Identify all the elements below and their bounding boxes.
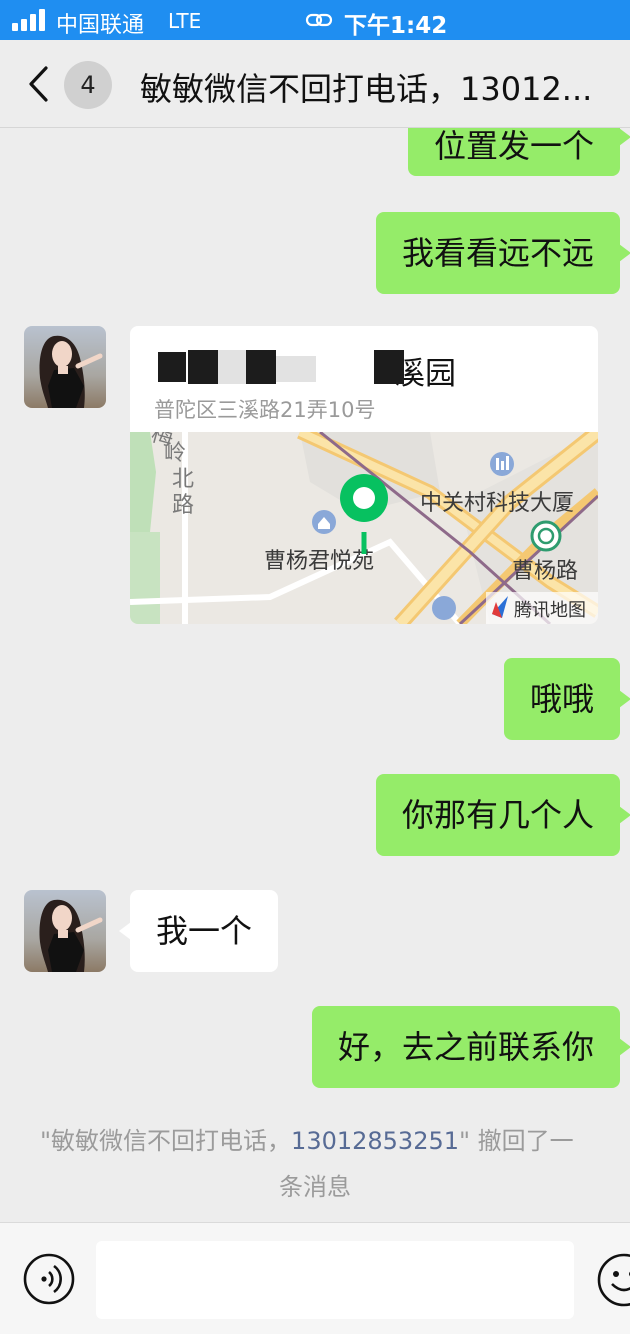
- map-thumbnail[interactable]: 梅 岭 北 路 曹杨君悦苑 中关村科技大厦 曹杨路 腾讯地图: [130, 432, 598, 624]
- back-arrow-icon[interactable]: [26, 64, 52, 104]
- message-bubble-self[interactable]: 好，去之前联系你: [311, 1006, 630, 1088]
- chat-title: 敏敏微信不回打电话，13012...: [140, 70, 593, 108]
- status-bar: 中国联通 LTE 下午1:42: [0, 0, 630, 40]
- input-bar: [0, 1222, 630, 1334]
- map-label-poi: 中关村科技大厦: [420, 491, 574, 516]
- redaction-mark: [218, 350, 246, 384]
- message-bubble-self[interactable]: 我看看远不远: [375, 212, 630, 294]
- message-bubble-self[interactable]: 你那有几个人: [375, 774, 630, 856]
- message-text: 我一个: [156, 912, 253, 950]
- emoji-icon[interactable]: [596, 1252, 630, 1308]
- message-bubble-other[interactable]: 我一个: [118, 890, 279, 972]
- message-list[interactable]: 位置发一个 我看看远不远 溪园 普陀区三溪路21弄10号 梅 岭 北 路 曹杨君…: [0, 128, 630, 1223]
- svg-text:北: 北: [172, 467, 194, 492]
- contact-avatar[interactable]: [24, 890, 106, 972]
- chat-header: 4 敏敏微信不回打电话，13012...: [0, 40, 630, 128]
- unread-count-badge[interactable]: 4: [64, 61, 112, 109]
- map-provider-label: 腾讯地图: [514, 600, 586, 621]
- message-text: 你那有几个人: [401, 796, 594, 834]
- carrier-name: 中国联通: [56, 13, 145, 38]
- message-bubble-self[interactable]: 位置发一个: [407, 128, 630, 176]
- clock: 下午1:42: [344, 13, 448, 39]
- message-text: 好，去之前联系你: [337, 1028, 594, 1066]
- redaction-mark: [276, 356, 316, 382]
- voice-icon[interactable]: [22, 1252, 76, 1306]
- location-message-card[interactable]: 溪园 普陀区三溪路21弄10号 梅 岭 北 路 曹杨君悦苑 中关村科技大厦 曹杨…: [130, 326, 598, 624]
- redaction-mark: [374, 350, 404, 384]
- svg-text:路: 路: [172, 493, 194, 518]
- system-recall-notice: "敏敏微信不回打电话，13012853251" 撤回了一 条消息: [40, 1127, 574, 1201]
- redaction-mark: [246, 350, 276, 384]
- message-bubble-self[interactable]: 哦哦: [503, 658, 630, 740]
- message-text: 哦哦: [529, 680, 594, 718]
- svg-text:岭: 岭: [164, 441, 186, 466]
- message-text: 我看看远不远: [401, 234, 594, 272]
- map-label-poi: 曹杨君悦苑: [264, 549, 374, 574]
- message-text: 位置发一个: [433, 128, 594, 165]
- link-icon: [305, 13, 333, 27]
- phone-number-link[interactable]: 13012853251: [291, 1127, 459, 1155]
- redaction-mark: [158, 352, 186, 382]
- message-input[interactable]: [96, 1241, 574, 1319]
- contact-avatar[interactable]: [24, 326, 106, 408]
- map-label-road: 曹杨路: [512, 559, 578, 584]
- signal-icon: [12, 9, 48, 31]
- location-address: 普陀区三溪路21弄10号: [154, 398, 376, 422]
- network-type: LTE: [168, 9, 202, 33]
